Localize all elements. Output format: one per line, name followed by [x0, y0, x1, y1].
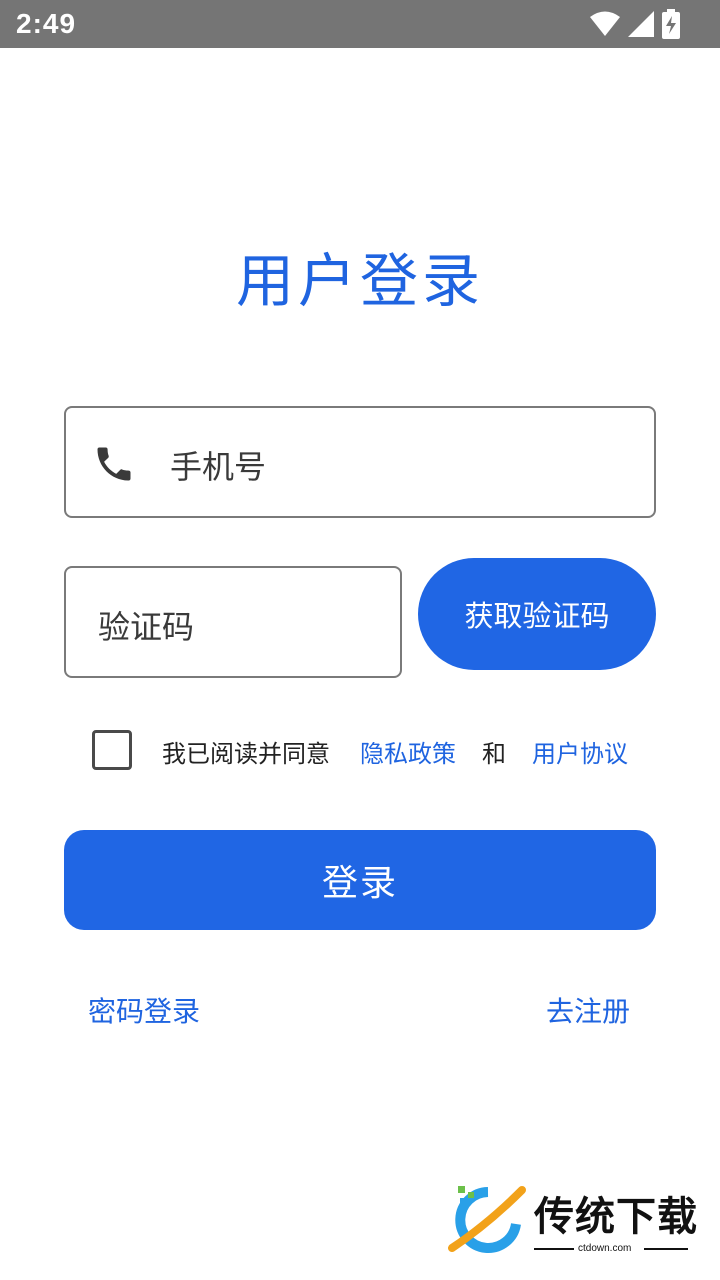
user-agreement-link[interactable]: 用户协议 — [532, 734, 628, 769]
page-title: 用户登录 — [235, 247, 484, 315]
get-code-button[interactable]: 获取验证码 — [418, 558, 656, 670]
login-button[interactable]: 登录 — [64, 830, 656, 930]
wifi-icon — [590, 11, 620, 36]
watermark-logo-icon — [448, 1186, 526, 1253]
phone-placeholder: 手机号 — [170, 448, 267, 486]
watermark-name: 传统下载 — [534, 1194, 698, 1240]
register-link[interactable]: 去注册 — [546, 990, 630, 1030]
cell-signal-icon — [628, 11, 654, 37]
watermark-divider — [644, 1248, 688, 1250]
privacy-policy-link[interactable]: 隐私政策 — [360, 734, 456, 769]
battery-charging-icon — [662, 9, 680, 39]
agreement-text: 我已阅读并同意 — [162, 740, 330, 768]
agreement-row: 我已阅读并同意 隐私政策 和 用户协议 — [92, 730, 652, 770]
verification-code-input[interactable]: 验证码 — [64, 566, 402, 678]
agreement-and-text: 和 — [482, 740, 506, 768]
watermark-url: ctdown.com — [578, 1243, 632, 1254]
agree-checkbox[interactable] — [92, 730, 132, 770]
phone-icon — [97, 447, 131, 481]
status-bar: 2:49 — [0, 0, 720, 48]
watermark: 传统下载 ctdown.com — [448, 1184, 698, 1258]
watermark-divider — [534, 1248, 574, 1250]
password-login-link[interactable]: 密码登录 — [88, 990, 200, 1030]
code-placeholder: 验证码 — [98, 608, 195, 646]
status-time: 2:49 — [16, 8, 77, 39]
phone-input[interactable]: 手机号 — [64, 406, 656, 518]
